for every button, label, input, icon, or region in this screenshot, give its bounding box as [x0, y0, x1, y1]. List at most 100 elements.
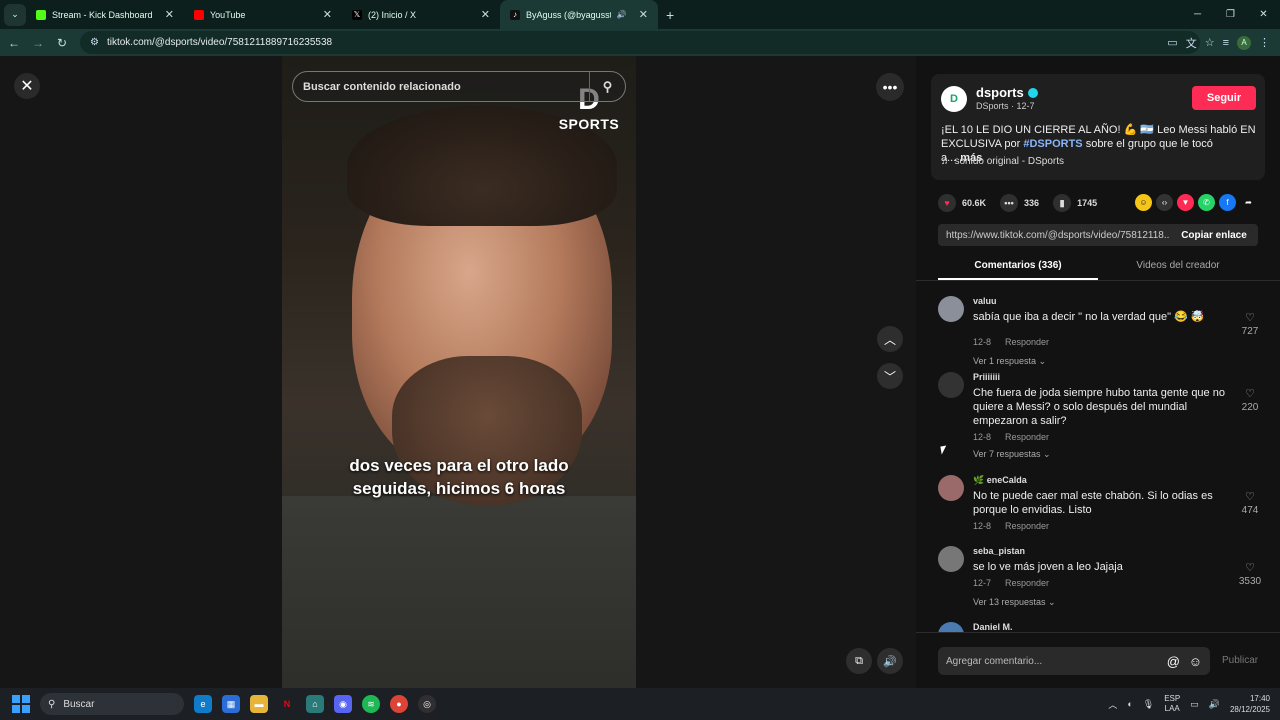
more-options-button[interactable]: •••: [876, 73, 904, 101]
avatar[interactable]: [938, 622, 964, 632]
close-tab-icon[interactable]: ✕: [639, 8, 648, 21]
share-arrow-icon[interactable]: ➦: [1240, 194, 1257, 211]
minimize-button[interactable]: ─: [1181, 0, 1214, 29]
view-replies-button[interactable]: Ver 1 respuesta ⌄: [973, 356, 1046, 367]
netflix-icon[interactable]: N: [278, 695, 296, 713]
tab-kick[interactable]: Stream - Kick Dashboard ✕: [26, 0, 184, 29]
next-video-button[interactable]: ﹀: [877, 363, 903, 389]
bookmark-star-icon[interactable]: ☆: [1205, 36, 1215, 49]
reply-button[interactable]: Responder: [1005, 578, 1049, 588]
save-button[interactable]: ▮ 1745: [1053, 194, 1097, 212]
embed-icon[interactable]: ‹›: [1156, 194, 1173, 211]
close-video-button[interactable]: ✕: [14, 73, 40, 99]
avatar[interactable]: [938, 546, 964, 572]
store-icon[interactable]: ▦: [222, 695, 240, 713]
comment-like[interactable]: ♡ 474: [1232, 489, 1268, 516]
avatar[interactable]: [938, 296, 964, 322]
comment-input[interactable]: Agregar comentario... @ ☺: [938, 647, 1210, 675]
reload-button[interactable]: ↻: [50, 36, 74, 50]
profile-avatar[interactable]: A: [1237, 35, 1251, 50]
search-icon[interactable]: ⚲: [589, 72, 625, 101]
restore-button[interactable]: ❐: [1214, 0, 1247, 29]
view-replies-button[interactable]: Ver 13 respuestas ⌄: [973, 597, 1056, 608]
tab-creator-videos[interactable]: Videos del creador: [1098, 254, 1258, 280]
file-explorer-icon[interactable]: ▬: [250, 695, 268, 713]
chevron-up-icon[interactable]: ︿: [1108, 698, 1117, 711]
avatar[interactable]: [938, 372, 964, 398]
comment-username[interactable]: Priiiiiii: [973, 372, 1000, 382]
spotify-icon[interactable]: ≋: [362, 695, 380, 713]
comment-username[interactable]: seba_pistan: [973, 546, 1025, 556]
app-icon[interactable]: ⌂: [306, 695, 324, 713]
tab-x[interactable]: 𝕏 (2) Inicio / X ✕: [342, 0, 500, 29]
tab-search-button[interactable]: ⌄: [4, 3, 26, 26]
network-icon[interactable]: ▭: [1190, 699, 1199, 710]
related-search-input[interactable]: Buscar contenido relacionado ⚲: [292, 71, 626, 102]
comment-like[interactable]: ♡ 727: [1232, 310, 1268, 337]
mini-player-button[interactable]: ⧉: [846, 648, 872, 674]
chrome-icon[interactable]: ●: [390, 695, 408, 713]
copy-link-button[interactable]: Copiar enlace: [1170, 230, 1258, 241]
music-note-icon: ♫: [941, 156, 949, 167]
close-tab-icon[interactable]: ✕: [481, 8, 490, 21]
site-info-icon[interactable]: ⚙: [90, 37, 99, 48]
forward-button[interactable]: →: [26, 36, 50, 50]
windows-start-icon[interactable]: [12, 695, 30, 713]
sound-link[interactable]: ♫ sonido original - DSports: [941, 156, 1064, 167]
taskbar-search[interactable]: ⚲ Buscar: [40, 693, 184, 715]
comment-like-count: 220: [1241, 402, 1259, 413]
omnibox[interactable]: ⚙ tiktok.com/@dsports/video/758121188971…: [80, 31, 1200, 54]
close-tab-icon[interactable]: ✕: [323, 8, 332, 21]
avatar[interactable]: [938, 475, 964, 501]
menu-kebab-icon[interactable]: ⋮: [1259, 36, 1270, 49]
comment-username[interactable]: 🌿 eneCalda: [973, 475, 1027, 486]
emoji-icon[interactable]: ☺: [1189, 654, 1202, 669]
facebook-icon[interactable]: f: [1219, 194, 1236, 211]
comment-username[interactable]: valuu: [973, 296, 997, 306]
comment-like[interactable]: ♡ 220: [1232, 386, 1268, 413]
follow-button[interactable]: Seguir: [1192, 86, 1256, 110]
repost-icon[interactable]: ☺: [1135, 194, 1152, 211]
volume-button[interactable]: 🔊: [877, 648, 903, 674]
tab-tiktok[interactable]: ♪ ByAguss (@byagussteam) | 🔊 ✕: [500, 0, 658, 29]
send-icon[interactable]: ▼: [1177, 194, 1194, 211]
comment-username[interactable]: Daniel M.: [973, 622, 1013, 632]
reply-button[interactable]: Responder: [1005, 521, 1049, 531]
mic-icon[interactable]: 🎙: [1143, 699, 1154, 710]
discord-icon[interactable]: ◉: [334, 695, 352, 713]
reply-button[interactable]: Responder: [1005, 432, 1049, 442]
hashtag-link[interactable]: #DSPORTS: [1023, 138, 1082, 150]
clock[interactable]: 17:40 28/12/2025: [1230, 693, 1270, 715]
tab-youtube[interactable]: YouTube ✕: [184, 0, 342, 29]
publish-button[interactable]: Publicar: [1222, 655, 1258, 666]
reading-list-icon[interactable]: ≡: [1223, 37, 1229, 49]
steam-icon[interactable]: ◐: [1127, 699, 1132, 709]
obs-icon[interactable]: ◎: [418, 695, 436, 713]
view-replies-button[interactable]: Ver 7 respuestas ⌄: [973, 449, 1051, 460]
close-tab-icon[interactable]: ✕: [165, 8, 174, 21]
video-player[interactable]: D SPORTS dos veces para el otro lado seg…: [282, 56, 636, 688]
new-tab-button[interactable]: +: [666, 7, 674, 23]
reply-button[interactable]: Responder: [1005, 337, 1049, 347]
volume-icon[interactable]: 🔊: [1209, 699, 1220, 710]
edge-icon[interactable]: e: [194, 695, 212, 713]
comment-button[interactable]: ••• 336: [1000, 194, 1039, 212]
video-link[interactable]: https://www.tiktok.com/@dsports/video/75…: [946, 230, 1170, 241]
details-panel: D dsports DSports · 12-7 Seguir ¡EL 10 L…: [916, 56, 1280, 688]
mention-icon[interactable]: @: [1167, 654, 1180, 669]
video-caption: dos veces para el otro lado seguidas, hi…: [282, 454, 636, 500]
back-button[interactable]: ←: [2, 36, 26, 50]
speaker-icon[interactable]: 🔊: [617, 10, 627, 19]
tab-comments[interactable]: Comentarios (336): [938, 254, 1098, 280]
cast-icon[interactable]: ▭: [1167, 36, 1177, 49]
translate-icon[interactable]: 文: [1186, 35, 1197, 51]
close-window-button[interactable]: ✕: [1247, 0, 1280, 29]
creator-avatar[interactable]: D: [941, 86, 967, 112]
previous-video-button[interactable]: ︿: [877, 326, 903, 352]
creator-username[interactable]: dsports: [976, 85, 1038, 100]
language-indicator[interactable]: ESP LAA: [1164, 694, 1180, 714]
whatsapp-icon[interactable]: ✆: [1198, 194, 1215, 211]
like-button[interactable]: ♥ 60.6K: [938, 194, 986, 212]
comment-like[interactable]: ♡ 3530: [1232, 560, 1268, 587]
comment-meta: 12-8 Responder: [973, 521, 1049, 531]
